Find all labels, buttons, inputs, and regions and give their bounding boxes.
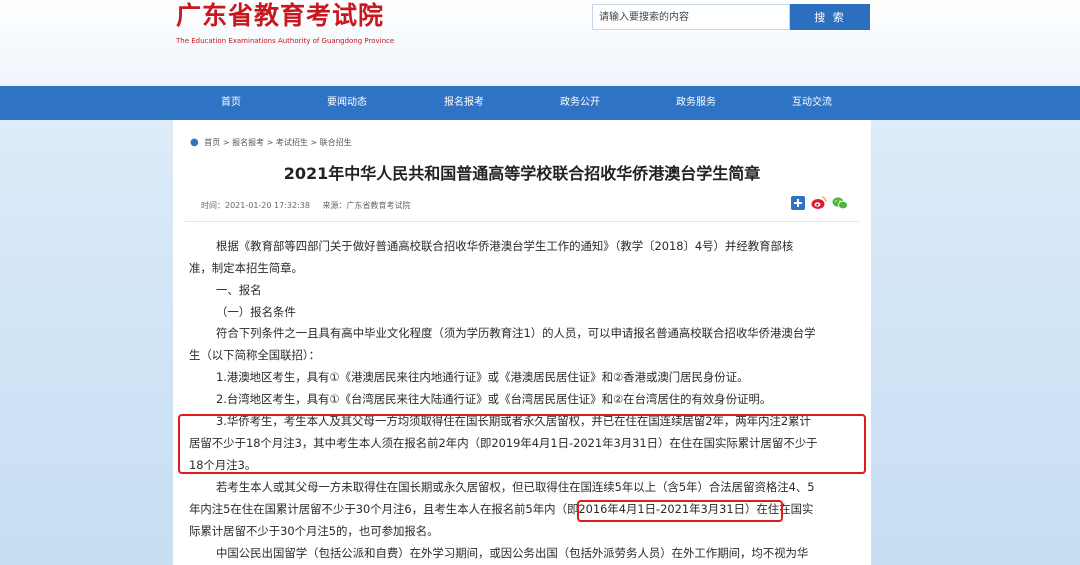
article-source: 来源：广东省教育考试院 xyxy=(322,201,411,210)
site-header: 广东省教育考试院 The Education Examinations Auth… xyxy=(0,0,1080,86)
search-input[interactable] xyxy=(592,4,790,30)
highlight-box-date-range xyxy=(577,500,783,522)
breadcrumb-item-registration[interactable]: 报名报考 xyxy=(232,138,264,147)
divider xyxy=(185,221,859,222)
paragraph-line: 根据《教育部等四部门关于做好普通高校联合招收华侨港澳台学生工作的通知》（教学〔2… xyxy=(216,239,794,253)
nav-item-home[interactable]: 首页 xyxy=(186,86,276,120)
paragraph-line: 际累计居留不少于30个月注5的，也可参加报名。 xyxy=(189,524,439,538)
paragraph-line: 生（以下简称全国联招）： xyxy=(189,348,320,362)
nav-item-government-affairs[interactable]: 政务公开 xyxy=(535,86,625,120)
breadcrumb-item-exam[interactable]: 考试招生 xyxy=(276,138,308,147)
paragraph-line: 中国公民出国留学（包括公派和自费）在外学习期间，或因公务出国（包括外派劳务人员）… xyxy=(216,546,809,560)
breadcrumb-separator-icon: > xyxy=(266,138,276,147)
search-bar: 搜 索 xyxy=(592,4,870,30)
paragraph-line: 2.台湾地区考生，具有①《台湾居民来往大陆通行证》或《台湾居民居住证》和②在台湾… xyxy=(216,392,772,406)
article-title: 2021年中华人民共和国普通高等学校联合招收华侨港澳台学生简章 xyxy=(283,164,761,183)
breadcrumb-item-joint[interactable]: 联合招生 xyxy=(320,138,352,147)
nav-item-registration[interactable]: 报名报考 xyxy=(419,86,509,120)
nav-item-interaction[interactable]: 互动交流 xyxy=(767,86,857,120)
paragraph-line: 1.港澳地区考生，具有①《港澳居民来往内地通行证》或《港澳居民居住证》和②香港或… xyxy=(216,370,749,384)
subsection-heading: （一）报名条件 xyxy=(216,305,296,319)
wechat-icon[interactable] xyxy=(832,196,848,210)
site-logo-title[interactable]: 广东省教育考试院 xyxy=(176,0,384,32)
section-heading: 一、报名 xyxy=(216,283,262,297)
nav-item-government-services[interactable]: 政务服务 xyxy=(651,86,741,120)
article-panel: ● 首页 > 报名报考 > 考试招生 > 联合招生 2021年中华人民共和国普通… xyxy=(173,120,871,565)
nav-item-news[interactable]: 要闻动态 xyxy=(302,86,392,120)
breadcrumb-separator-icon: > xyxy=(310,138,320,147)
share-plus-icon[interactable] xyxy=(791,196,805,210)
breadcrumb-separator-icon: > xyxy=(222,138,233,147)
paragraph-line: 符合下列条件之一且具有高中毕业文化程度（须为学历教育注1）的人员，可以申请报名普… xyxy=(216,326,816,340)
location-pin-icon: ● xyxy=(190,137,199,148)
highlight-box-overseas-chinese xyxy=(178,414,866,474)
weibo-icon[interactable] xyxy=(811,196,827,210)
paragraph-line: 若考生本人或其父母一方未取得住在国长期或永久居留权，但已取得住在国连续5年以上（… xyxy=(216,480,815,494)
main-nav: 首页 要闻动态 报名报考 政务公开 政务服务 互动交流 xyxy=(0,86,1080,120)
breadcrumb-item-home[interactable]: 首页 xyxy=(204,138,220,147)
breadcrumb: ● 首页 > 报名报考 > 考试招生 > 联合招生 xyxy=(190,137,352,148)
search-button[interactable]: 搜 索 xyxy=(790,4,870,30)
article-time: 时间：2021-01-20 17:32:38 xyxy=(201,201,310,210)
article-meta: 时间：2021-01-20 17:32:38 来源：广东省教育考试院 xyxy=(201,200,421,211)
site-logo-subtitle: The Education Examinations Authority of … xyxy=(176,37,395,45)
paragraph-line: 准，制定本招生简章。 xyxy=(189,261,303,275)
